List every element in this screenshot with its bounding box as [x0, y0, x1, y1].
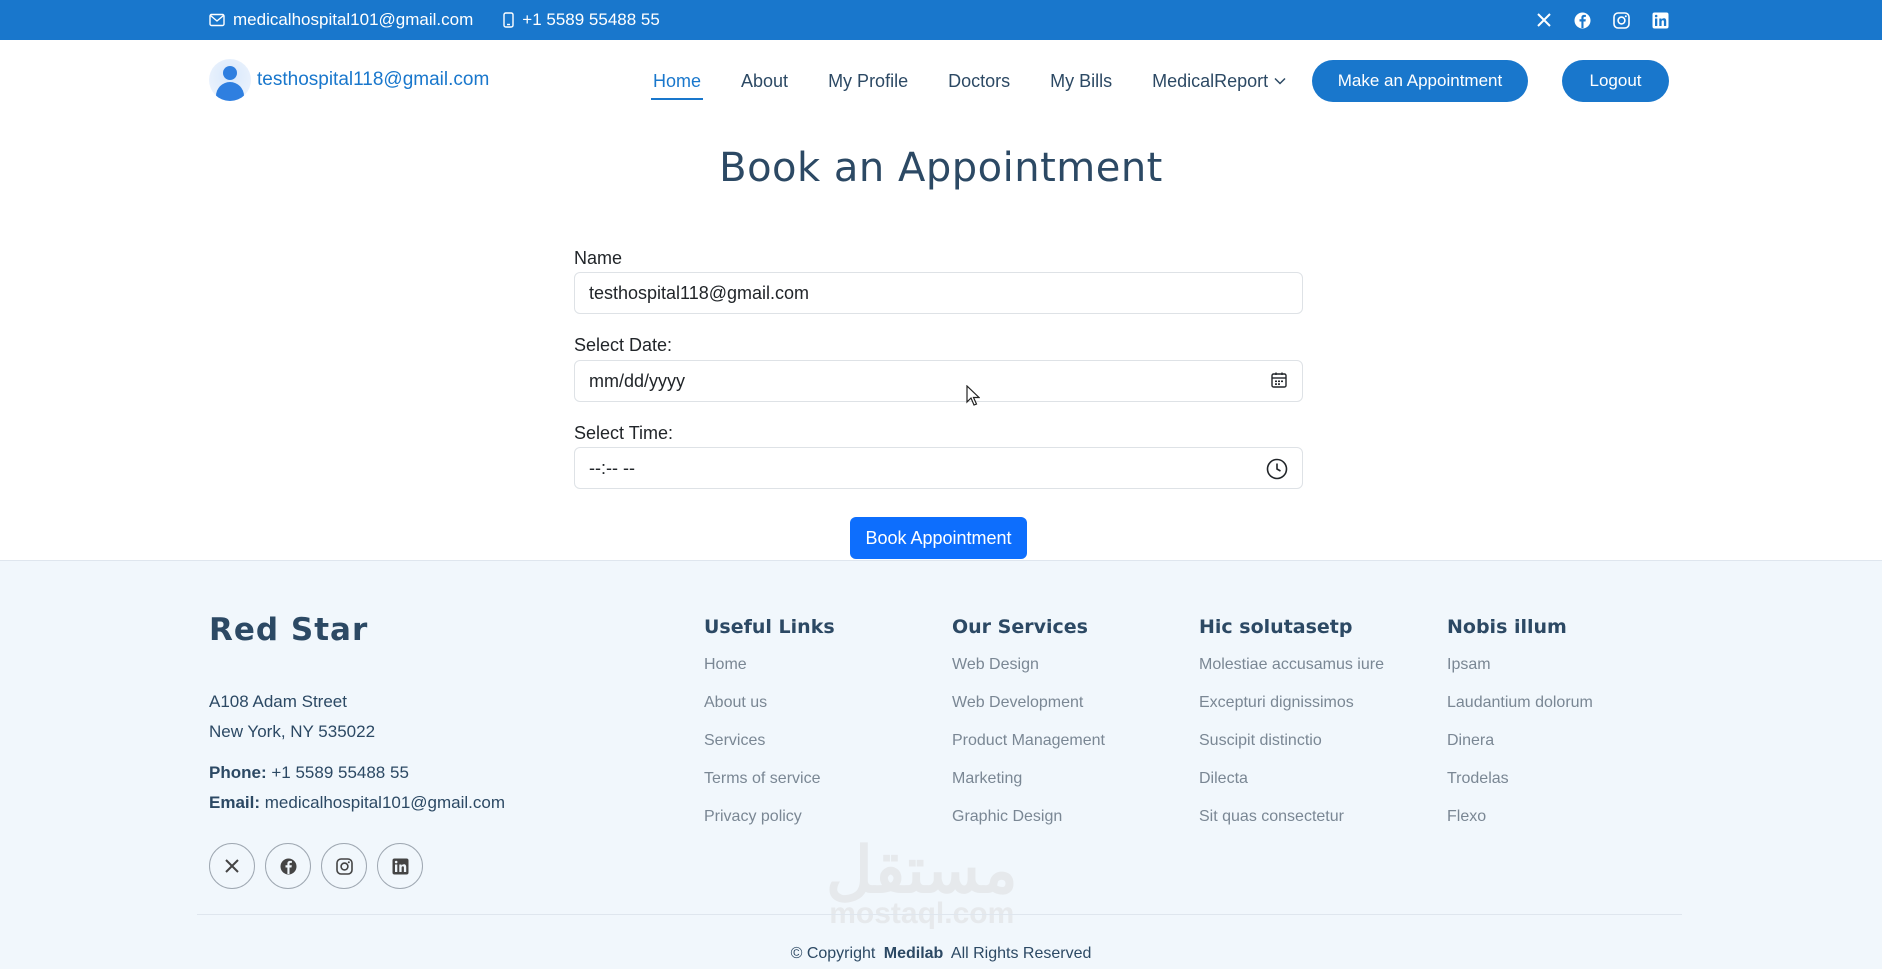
chevron-down-icon: [1274, 77, 1286, 85]
footer-brand: Red Star: [209, 612, 369, 648]
name-label: Name: [574, 248, 623, 268]
footer-link[interactable]: Product Management: [952, 730, 1105, 768]
topbar-contact: medicalhospital101@gmail.com +1 5589 554…: [209, 0, 660, 40]
calendar-icon[interactable]: [1270, 371, 1288, 389]
footer-col-title: Useful Links: [704, 616, 835, 638]
date-input[interactable]: mm/dd/yyyy: [574, 360, 1303, 402]
footer-link[interactable]: Trodelas: [1447, 768, 1593, 806]
nav-my-bills-label: My Bills: [1050, 70, 1113, 91]
footer-link[interactable]: Flexo: [1447, 806, 1593, 844]
nav-my-profile-label: My Profile: [828, 70, 909, 91]
book-appointment-button[interactable]: Book Appointment: [850, 517, 1027, 559]
footer-phone: Phone: +1 5589 55488 55: [209, 763, 409, 783]
footer-link[interactable]: Services: [704, 730, 835, 768]
envelope-icon: [209, 13, 225, 27]
footer-col-nobis-illum: Nobis illum Ipsam Laudantium dolorum Din…: [1447, 616, 1593, 844]
name-value: testhospital118@gmail.com: [589, 282, 810, 303]
nav-home[interactable]: Home: [651, 63, 704, 100]
x-icon: [225, 859, 239, 873]
time-label: Select Time:: [574, 423, 674, 443]
footer-linkedin-link[interactable]: [377, 843, 423, 889]
footer-link[interactable]: Web Development: [952, 692, 1105, 730]
nav-doctors[interactable]: Doctors: [946, 63, 1012, 100]
facebook-icon: [280, 858, 296, 874]
make-appointment-button[interactable]: Make an Appointment: [1312, 60, 1528, 102]
instagram-icon: [335, 857, 353, 875]
footer-link[interactable]: Marketing: [952, 768, 1105, 806]
copyright-brand: Medilab: [883, 945, 944, 962]
footer-email-value: medicalhospital101@gmail.com: [264, 793, 506, 812]
footer-phone-label: Phone:: [209, 763, 267, 782]
footer-address-line2: New York, NY 535022: [209, 722, 376, 741]
name-field[interactable]: testhospital118@gmail.com: [574, 272, 1303, 314]
user-email: testhospital118@gmail.com: [257, 69, 490, 90]
footer-link[interactable]: Excepturi dignissimos: [1199, 692, 1384, 730]
footer-email: Email: medicalhospital101@gmail.com: [209, 793, 505, 813]
facebook-icon[interactable]: [1574, 12, 1591, 29]
footer-link[interactable]: Web Design: [952, 654, 1105, 692]
footer-facebook-link[interactable]: [265, 843, 311, 889]
logout-button[interactable]: Logout: [1562, 60, 1669, 102]
time-input[interactable]: --:-- --: [574, 447, 1303, 489]
phone-icon: [503, 12, 514, 28]
footer-link[interactable]: Sit quas consectetur: [1199, 806, 1384, 844]
topbar-email-text: medicalhospital101@gmail.com: [233, 10, 474, 29]
footer-divider: [197, 914, 1682, 915]
footer-col-title: Our Services: [952, 616, 1088, 638]
nav-medical-report[interactable]: MedicalReport: [1150, 63, 1288, 100]
avatar: [209, 59, 251, 101]
watermark-arabic: مستقل: [826, 834, 1020, 906]
copyright-prefix: © Copyright: [790, 945, 876, 962]
top-bar: medicalhospital101@gmail.com +1 5589 554…: [0, 0, 1882, 40]
footer-col-hic-solutasetp: Hic solutasetp Molestiae accusamus iure …: [1199, 616, 1384, 844]
footer-link[interactable]: Privacy policy: [704, 806, 835, 844]
nav-about[interactable]: About: [739, 63, 790, 100]
date-placeholder: mm/dd/yyyy: [589, 370, 686, 391]
nav-about-label: About: [741, 70, 789, 91]
footer-link[interactable]: Graphic Design: [952, 806, 1105, 844]
footer-col-useful-links: Useful Links Home About us Services Term…: [704, 616, 835, 844]
footer-link[interactable]: Dinera: [1447, 730, 1593, 768]
topbar-email[interactable]: medicalhospital101@gmail.com: [209, 10, 473, 30]
footer-email-label: Email:: [209, 793, 261, 812]
x-icon[interactable]: [1536, 12, 1552, 28]
footer-link[interactable]: About us: [704, 692, 835, 730]
page-title: Book an Appointment: [719, 145, 1163, 191]
topbar-phone[interactable]: +1 5589 55488 55: [503, 10, 660, 30]
main-header: testhospital118@gmail.com Home About My …: [0, 40, 1882, 122]
footer-x-link[interactable]: [209, 843, 255, 889]
footer-col-title: Nobis illum: [1447, 616, 1567, 638]
footer-col-our-services: Our Services Web Design Web Development …: [952, 616, 1105, 844]
footer-link[interactable]: Terms of service: [704, 768, 835, 806]
clock-icon[interactable]: [1266, 458, 1288, 480]
footer-social: [209, 843, 423, 889]
nav-doctors-label: Doctors: [948, 70, 1011, 91]
footer-col-title: Hic solutasetp: [1199, 616, 1353, 638]
mouse-cursor-icon: [966, 385, 980, 406]
footer-address-line1: A108 Adam Street: [209, 692, 347, 711]
footer-link[interactable]: Laudantium dolorum: [1447, 692, 1593, 730]
footer-link[interactable]: Suscipit distinctio: [1199, 730, 1384, 768]
main-nav: Home About My Profile Doctors My Bills M…: [651, 40, 1288, 122]
linkedin-icon: [392, 858, 408, 874]
footer-phone-value: +1 5589 55488 55: [271, 763, 409, 782]
nav-home-label: Home: [653, 70, 702, 91]
nav-medical-report-label: MedicalReport: [1152, 70, 1269, 91]
footer-link[interactable]: Molestiae accusamus iure: [1199, 654, 1384, 692]
linkedin-icon[interactable]: [1652, 12, 1669, 29]
nav-my-bills[interactable]: My Bills: [1048, 63, 1114, 100]
footer-link[interactable]: Ipsam: [1447, 654, 1593, 692]
date-label: Select Date:: [574, 335, 673, 355]
footer-link[interactable]: Dilecta: [1199, 768, 1384, 806]
copyright-suffix: All Rights Reserved: [950, 945, 1092, 962]
user-brand[interactable]: testhospital118@gmail.com: [209, 59, 489, 101]
footer-link[interactable]: Home: [704, 654, 835, 692]
instagram-icon[interactable]: [1613, 11, 1630, 29]
topbar-social: [1536, 0, 1669, 40]
nav-my-profile[interactable]: My Profile: [826, 63, 910, 100]
topbar-phone-text: +1 5589 55488 55: [522, 10, 660, 29]
copyright: © Copyright Medilab All Rights Reserved: [0, 945, 1882, 963]
time-placeholder: --:-- --: [589, 457, 635, 478]
footer-instagram-link[interactable]: [321, 843, 367, 889]
